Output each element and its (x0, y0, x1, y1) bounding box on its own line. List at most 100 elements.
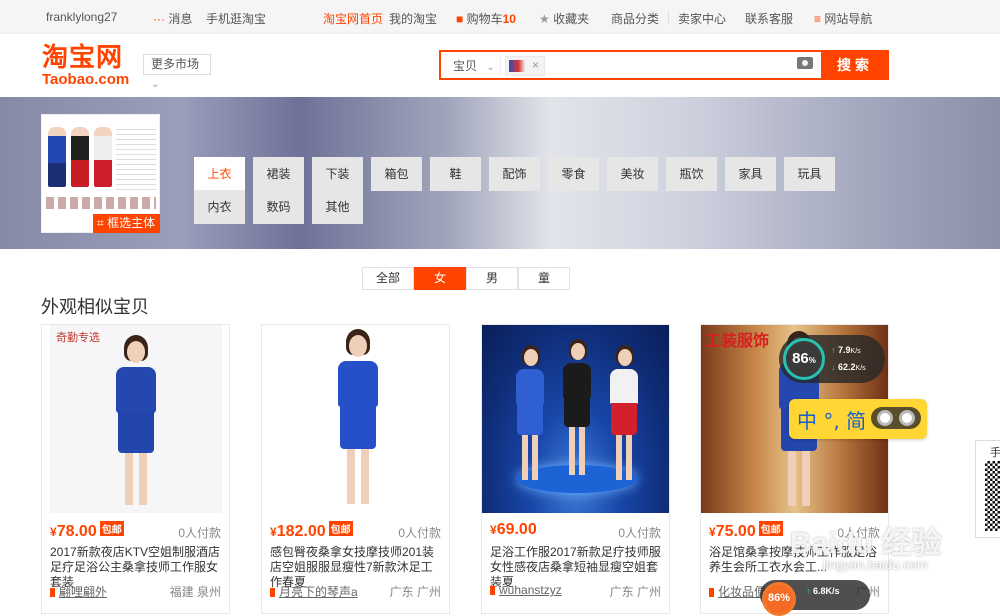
menu-icon: ≡ (814, 12, 822, 26)
more-markets-label: 更多市场 (151, 57, 200, 71)
site-nav-link[interactable]: ≡ 网站导航 (814, 10, 872, 27)
product-price: ¥75.00 包邮 (709, 521, 783, 540)
gender-filter-option[interactable]: 男 (466, 267, 518, 290)
favorites-label: 收藏夹 (553, 12, 590, 26)
qr-label: 手 (990, 447, 1000, 459)
baidu-watermark-url: jingyan.baidu.com (823, 557, 928, 572)
logo-en: Taobao.com (42, 71, 130, 88)
memory-usage-ring: 86% (762, 582, 796, 616)
more-markets-button[interactable]: 更多市场 ⌄ (143, 54, 211, 90)
category-tab[interactable]: 数码 (253, 190, 304, 224)
input-method-toolbar[interactable]: 中 °, 简 (789, 399, 927, 439)
memory-usage-ring: 86% (783, 338, 825, 380)
free-shipping-badge: 包邮 (758, 521, 783, 536)
shop-link[interactable]: wuhanstzyz (490, 583, 562, 597)
model-figure (510, 345, 550, 485)
model-figure (71, 127, 89, 187)
star-icon: ★ (539, 12, 550, 26)
camera-icon[interactable] (797, 57, 813, 69)
upload-speed: 7.9 (838, 345, 851, 355)
logo-cn: 淘宝网 (42, 43, 124, 73)
gender-filter-option[interactable]: 女 (414, 267, 466, 290)
contact-link[interactable]: 联系客服 (745, 10, 793, 27)
image-search-chip[interactable]: × (505, 56, 545, 76)
product-card[interactable]: 奇勤专选 ¥78.00 包邮 0人付款 2017新款夜店KTV空姐制服酒店足疗足浴… (41, 324, 230, 614)
network-speed-widget[interactable]: 86% ↑ 7.9K/s ↓ 62.2K/s (779, 335, 885, 383)
thumbnail-strip (46, 197, 156, 209)
shop-link[interactable]: 化妆品便 (709, 583, 766, 600)
category-tab[interactable]: 鞋 (430, 157, 481, 191)
category-tab[interactable]: 下装 (312, 157, 363, 191)
cart-label: 购物车 (466, 12, 503, 26)
model-figure (108, 335, 164, 510)
upload-arrow-icon: ↑ (806, 586, 811, 596)
select-subject-button[interactable]: ⌗ 框选主体 (93, 214, 160, 233)
image-watermark-text: 工装服饰 (705, 331, 770, 350)
favorites-link[interactable]: ★ 收藏夹 (539, 10, 589, 27)
section-title: 外观相似宝贝 (41, 297, 149, 317)
upload-arrow-icon: ↑ (831, 345, 836, 355)
search-category-select[interactable]: 宝贝 ⌄ (445, 56, 501, 76)
clear-image-icon[interactable]: × (532, 58, 539, 72)
category-tab[interactable]: 玩具 (784, 157, 835, 191)
model-figure (557, 339, 597, 479)
my-taobao-link[interactable]: 我的淘宝 (389, 10, 437, 27)
ime-mode-label[interactable]: 中 °, 简 (797, 405, 866, 434)
model-figure (604, 345, 644, 485)
cart-count: 10 (502, 12, 516, 26)
category-tab[interactable]: 内衣 (194, 190, 245, 224)
dots-icon: ··· (153, 12, 165, 26)
categories-link[interactable]: 商品分类 (611, 10, 659, 27)
mobile-qr-panel[interactable]: 手 (975, 440, 1000, 538)
product-image[interactable]: 奇勤专选 (50, 325, 222, 513)
category-tab[interactable]: 零食 (548, 157, 599, 191)
select-subject-label: 框选主体 (107, 216, 156, 230)
sold-count: 0人付款 (178, 526, 221, 540)
product-price: ¥69.00 (490, 521, 537, 538)
chevron-down-icon: ⌄ (486, 62, 495, 73)
search-button[interactable]: 搜索 (821, 50, 889, 80)
top-bar: franklylong27 ··· 消息 手机逛淘宝 淘宝网首页 我的淘宝 ■ … (0, 0, 1000, 34)
shop-link[interactable]: 月亮下的琴声a (270, 583, 358, 600)
product-card[interactable]: ¥182.00 包邮 0人付款 感包臀夜桑拿女技摩技师201装店空姐服服显瘦性7新… (261, 324, 450, 614)
product-price: ¥182.00 包邮 (270, 521, 353, 540)
gender-filter-option[interactable]: 童 (518, 267, 570, 290)
image-watermark-text: 奇勤专选 (56, 331, 100, 344)
gender-filter-option[interactable]: 全部 (362, 267, 414, 290)
upload-speed: 6.8 (813, 586, 826, 596)
model-figure (94, 127, 112, 187)
shop-location: 广东 广州 (389, 585, 441, 599)
category-tab[interactable]: 配饰 (489, 157, 540, 191)
mobile-taobao-link[interactable]: 手机逛淘宝 (206, 10, 266, 27)
product-image[interactable] (270, 325, 442, 513)
category-tab[interactable]: 箱包 (371, 157, 422, 191)
home-link[interactable]: 淘宝网首页 (323, 10, 383, 27)
category-tab[interactable]: 其他 (312, 190, 363, 224)
product-image[interactable] (482, 325, 669, 513)
product-card[interactable]: ¥69.00 0人付款 足浴工作服2017新款足疗技师服女性感夜店桑拿短袖显瘦空… (481, 324, 670, 614)
cart-link[interactable]: ■ 购物车10 (456, 10, 516, 27)
seller-center-link[interactable]: 卖家中心 (678, 10, 726, 27)
category-tab[interactable]: 瓶饮 (666, 157, 717, 191)
free-shipping-badge: 包邮 (99, 521, 124, 536)
messages-link[interactable]: ··· 消息 (153, 10, 192, 27)
messages-label: 消息 (168, 12, 193, 26)
search-category-label: 宝贝 (453, 59, 478, 73)
category-tab[interactable]: 家具 (725, 157, 776, 191)
shop-location: 福建 泉州 (169, 585, 221, 599)
model-figure (48, 127, 66, 187)
category-tab[interactable]: 上衣 (194, 157, 245, 191)
network-speed-widget-secondary[interactable]: 86% ↑ 6.8K/s (760, 580, 870, 616)
download-speed: 62.2 (838, 362, 856, 372)
crop-icon: ⌗ (97, 216, 104, 230)
category-tab[interactable]: 美妆 (607, 157, 658, 191)
product-price: ¥78.00 包邮 (50, 521, 124, 540)
shop-link[interactable]: 翩哩翩外 (50, 583, 107, 600)
username-link[interactable]: franklylong27 (46, 10, 117, 24)
sold-count: 0人付款 (618, 526, 661, 540)
site-nav-label: 网站导航 (824, 12, 873, 26)
chevron-down-icon: ⌄ (151, 79, 160, 90)
taobao-logo[interactable]: 淘宝网 Taobao.com (42, 44, 129, 88)
category-tab[interactable]: 裙装 (253, 157, 304, 191)
divider (668, 11, 669, 23)
